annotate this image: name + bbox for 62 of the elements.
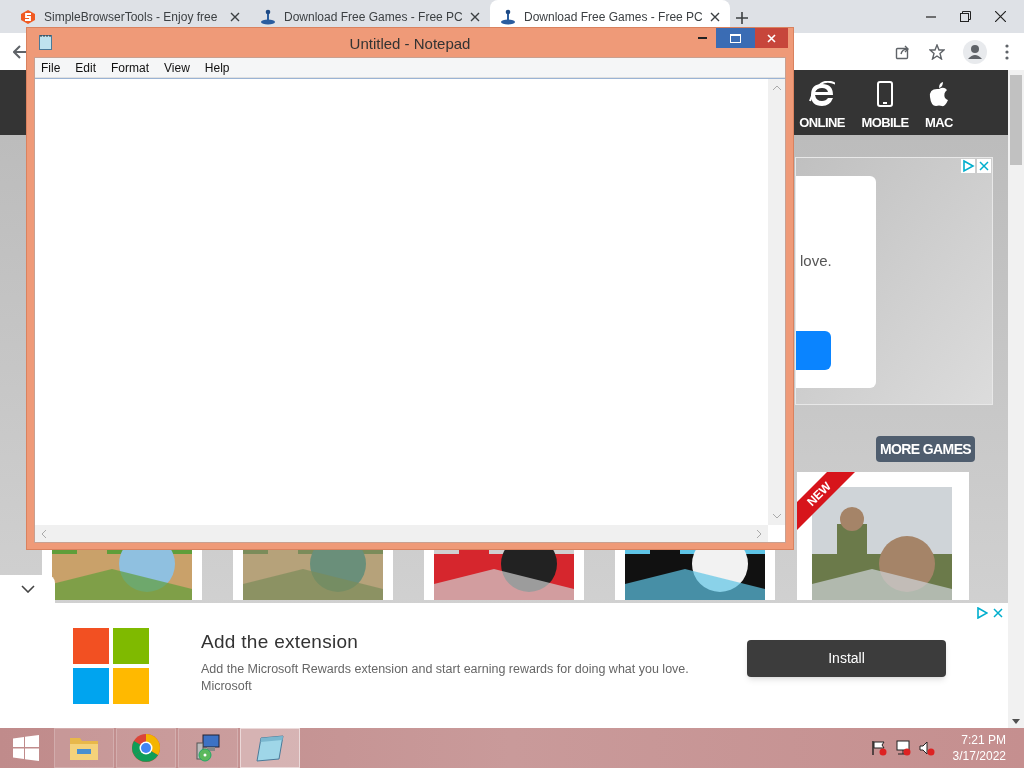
scrollbar-thumb[interactable]	[1010, 75, 1022, 165]
flag-icon[interactable]	[870, 740, 887, 756]
notepad-icon	[255, 734, 285, 762]
internet-explorer-icon	[809, 80, 835, 107]
maximize-button[interactable]	[716, 28, 755, 48]
menu-item[interactable]: Help	[204, 58, 230, 77]
close-icon[interactable]	[995, 11, 1006, 22]
menu-item[interactable]: File	[41, 58, 61, 77]
nav-link[interactable]: ONLINE	[799, 112, 845, 133]
scroll-down-icon[interactable]	[1012, 719, 1020, 724]
collapse-button[interactable]	[0, 575, 55, 603]
browser-tab[interactable]: Download Free Games - Free PC	[490, 0, 730, 27]
close-icon	[767, 33, 776, 43]
ad-title: Add the extension	[201, 630, 360, 655]
install-button[interactable]: Install	[747, 640, 946, 677]
ad-text: love.	[800, 251, 832, 271]
nav-link[interactable]: MOBILE	[861, 112, 909, 133]
close-icon[interactable]	[710, 11, 720, 22]
profile-icon[interactable]	[963, 39, 987, 64]
scroll-left-icon[interactable]	[41, 529, 46, 538]
window-title: Untitled - Notepad	[349, 34, 471, 54]
more-games-button[interactable]: MORE GAMES	[876, 436, 975, 462]
windows-logo-icon	[73, 627, 149, 704]
joystick-icon	[500, 8, 516, 25]
start-icon[interactable]	[13, 735, 39, 761]
scroll-right-icon[interactable]	[757, 529, 762, 538]
speaker-muted-icon[interactable]	[918, 740, 935, 756]
notepad-icon	[39, 34, 52, 50]
close-icon[interactable]	[470, 11, 480, 22]
chrome-icon	[131, 733, 161, 763]
menu-item[interactable]: Edit	[75, 58, 97, 77]
close-button[interactable]	[755, 28, 788, 48]
ad-description: Add the Microsoft Rewards extension and start earning rewards for doing what you love. Microsoft	[201, 660, 690, 695]
menu-item[interactable]: View	[164, 58, 190, 77]
s-logo-icon	[20, 8, 36, 25]
back-icon[interactable]	[13, 44, 27, 59]
computer-disc-icon	[193, 733, 223, 763]
network-icon[interactable]	[894, 740, 911, 756]
restore-icon[interactable]	[960, 11, 971, 22]
nav-link[interactable]: MAC	[925, 112, 953, 133]
close-icon[interactable]	[230, 11, 240, 22]
new-ribbon	[797, 472, 857, 532]
taskbar-button[interactable]	[116, 728, 176, 768]
new-tab-icon[interactable]	[736, 11, 748, 24]
star-icon[interactable]	[929, 43, 945, 60]
taskbar-button[interactable]	[178, 728, 238, 768]
maximize-icon	[730, 33, 741, 43]
clock-time: 7:21 PM	[961, 732, 1006, 748]
scroll-up-icon[interactable]	[772, 85, 781, 90]
menu-icon[interactable]	[1005, 43, 1009, 60]
minimize-icon	[697, 37, 707, 39]
ad-choices-icon[interactable]	[976, 607, 988, 619]
share-icon[interactable]	[895, 43, 911, 60]
taskbar-button[interactable]	[54, 728, 114, 768]
ad-choices-icon[interactable]	[961, 159, 975, 173]
joystick-icon	[260, 8, 276, 25]
clock-date: 3/17/2022	[952, 748, 1006, 764]
phone-icon	[877, 80, 893, 107]
taskbar-button[interactable]	[240, 728, 300, 768]
chevron-down-icon	[20, 585, 35, 593]
menu-item[interactable]: Format	[111, 58, 150, 77]
apple-icon	[928, 80, 950, 107]
